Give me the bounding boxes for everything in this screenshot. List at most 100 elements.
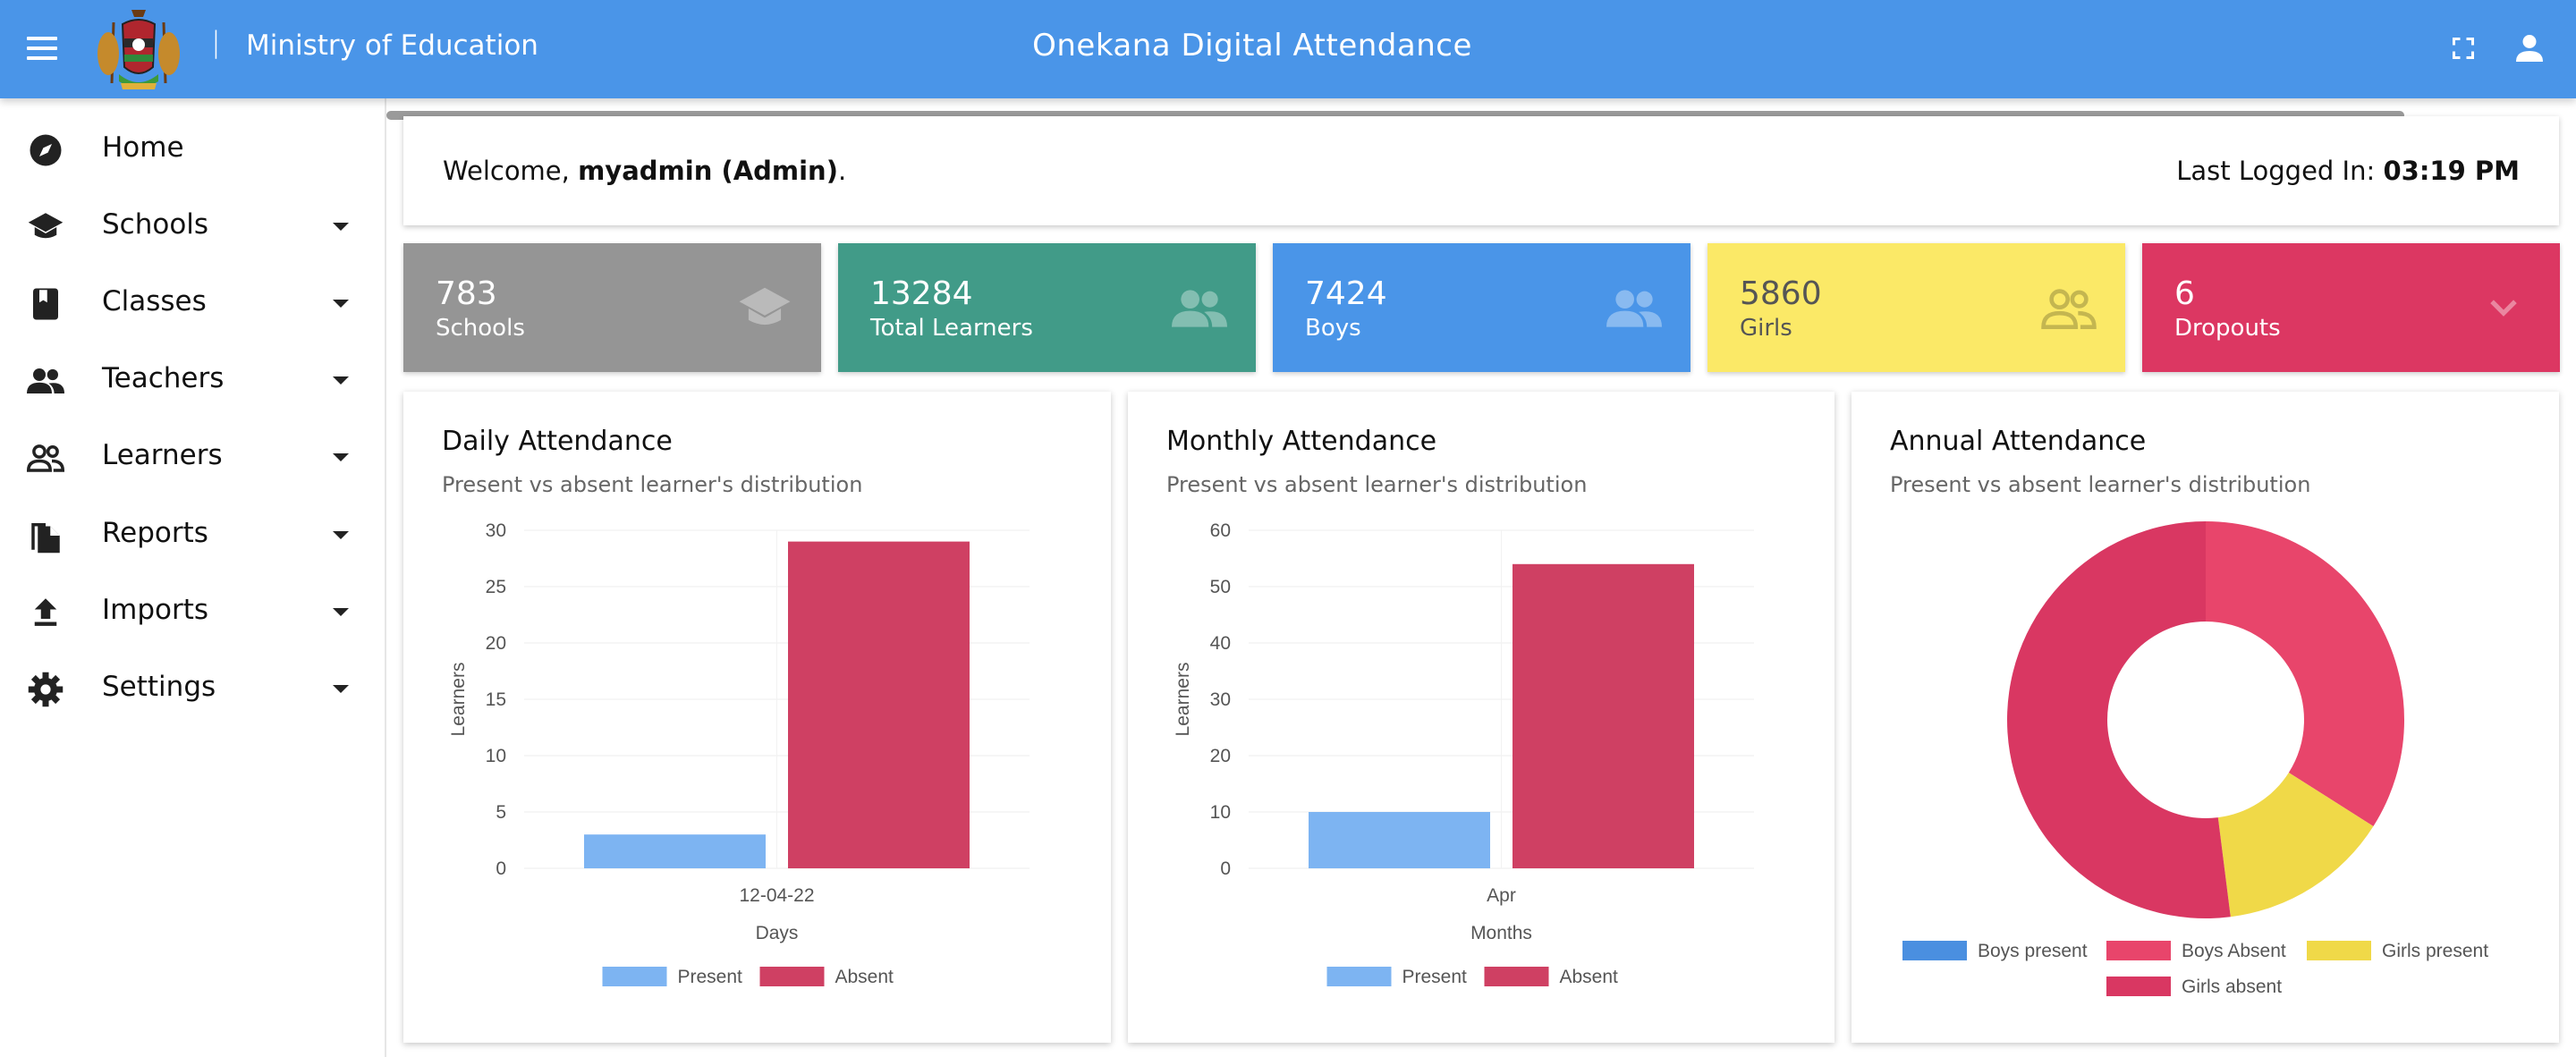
legend-label: Absent bbox=[835, 967, 894, 987]
gear-icon bbox=[28, 672, 64, 707]
welcome-suffix: . bbox=[837, 156, 847, 186]
sidebar-item-schools[interactable]: Schools bbox=[0, 189, 385, 266]
stat-value: 783 bbox=[436, 275, 497, 312]
legend-label: Girls present bbox=[2382, 941, 2488, 961]
sidebar-item-label: Settings bbox=[102, 671, 216, 703]
stat-value: 5860 bbox=[1740, 275, 1822, 312]
welcome-user: myadmin (Admin) bbox=[578, 156, 838, 186]
sidebar-item-label: Classes bbox=[102, 285, 207, 317]
legend-swatch bbox=[2106, 941, 2171, 960]
legend-swatch bbox=[759, 967, 825, 986]
stat-card-boys[interactable]: 7424 Boys bbox=[1273, 243, 1690, 372]
legend-swatch bbox=[1326, 967, 1392, 986]
stat-label: Girls bbox=[1740, 315, 1792, 342]
y-tick-label: 60 bbox=[1210, 520, 1231, 541]
welcome-card: Welcome, myadmin (Admin). Last Logged In… bbox=[403, 116, 2559, 225]
daily-attendance-card: Daily Attendance Present vs absent learn… bbox=[403, 392, 1111, 1043]
welcome-message: Welcome, myadmin (Admin). bbox=[443, 156, 846, 186]
compass-icon bbox=[30, 134, 62, 166]
last-logged-time: 03:19 PM bbox=[2383, 156, 2520, 186]
sidebar-item-teachers[interactable]: Teachers bbox=[0, 342, 385, 419]
stat-value: 7424 bbox=[1305, 275, 1387, 312]
sidebar-item-label: Schools bbox=[102, 208, 209, 241]
y-tick-label: 0 bbox=[496, 858, 506, 879]
y-tick-label: 20 bbox=[1210, 746, 1231, 766]
legend-label: Girls absent bbox=[2182, 977, 2282, 997]
legend-swatch bbox=[602, 967, 667, 986]
x-axis-label: Days bbox=[756, 923, 799, 943]
sidebar-item-learners[interactable]: Learners bbox=[0, 419, 385, 496]
y-tick-label: 0 bbox=[1220, 858, 1231, 879]
legend-label: Boys Absent bbox=[2182, 941, 2286, 961]
chevron-down-icon bbox=[333, 608, 349, 616]
stat-label: Schools bbox=[436, 315, 525, 342]
sidebar-item-label: Reports bbox=[102, 517, 208, 549]
sidebar-item-reports[interactable]: Reports bbox=[0, 497, 385, 574]
y-tick-label: 20 bbox=[486, 633, 506, 654]
sidebar-item-label: Home bbox=[102, 131, 184, 164]
sidebar-item-home[interactable]: Home bbox=[0, 112, 385, 189]
monthly-attendance-card: Monthly Attendance Present vs absent lea… bbox=[1128, 392, 1835, 1043]
legend-swatch bbox=[1902, 941, 1967, 960]
annual-attendance-chart: Boys present Boys Absent Girls present Girl… bbox=[1902, 521, 2488, 997]
legend-label: Present bbox=[1402, 967, 1468, 987]
stat-value: 13284 bbox=[870, 275, 973, 312]
sidebar-item-classes[interactable]: Classes bbox=[0, 266, 385, 342]
stat-value: 6 bbox=[2174, 275, 2195, 312]
fullscreen-icon[interactable] bbox=[2451, 36, 2476, 61]
sidebar-item-imports[interactable]: Imports bbox=[0, 574, 385, 651]
y-tick-label: 15 bbox=[486, 689, 506, 710]
stat-label: Dropouts bbox=[2174, 315, 2281, 342]
stat-card-total-learners[interactable]: 13284 Total Learners bbox=[838, 243, 1256, 372]
app-title: Onekana Digital Attendance bbox=[1032, 28, 1472, 63]
people-icon bbox=[27, 368, 64, 393]
chevron-down-icon bbox=[333, 376, 349, 385]
account-icon[interactable] bbox=[2513, 32, 2546, 64]
y-tick-label: 10 bbox=[1210, 802, 1231, 823]
annual-attendance-card: Annual Attendance Present vs absent lear… bbox=[1852, 392, 2559, 1043]
school-icon bbox=[28, 213, 64, 239]
people-outline-icon bbox=[27, 444, 64, 472]
x-tick-label: 12-04-22 bbox=[739, 885, 814, 906]
legend-swatch bbox=[2307, 941, 2371, 960]
stat-card-girls[interactable]: 5860 Girls bbox=[1707, 243, 2125, 372]
x-tick-label: Apr bbox=[1487, 885, 1516, 906]
legend-label: Present bbox=[678, 967, 743, 987]
sidebar-item-settings[interactable]: Settings bbox=[0, 651, 385, 728]
upload-icon bbox=[34, 598, 57, 626]
y-tick-label: 25 bbox=[486, 577, 506, 597]
sidebar-item-label: Teachers bbox=[102, 362, 225, 394]
legend-swatch bbox=[2106, 977, 2171, 996]
y-tick-label: 40 bbox=[1210, 633, 1231, 654]
stat-card-schools[interactable]: 783 Schools bbox=[403, 243, 821, 372]
people-icon bbox=[1172, 290, 1227, 327]
bar-present bbox=[584, 834, 766, 868]
chevron-down-icon bbox=[2490, 300, 2517, 317]
people-icon bbox=[1606, 290, 1662, 327]
welcome-prefix: Welcome, bbox=[443, 156, 579, 186]
stat-label: Boys bbox=[1305, 315, 1361, 342]
pie-slice-boys-absent bbox=[2206, 521, 2404, 826]
chevron-down-icon bbox=[333, 223, 349, 231]
daily-attendance-chart: 0 5 10 15 20 25 30 12-04-22 Days Learners Present A… bbox=[448, 520, 1030, 987]
y-tick-label: 30 bbox=[486, 520, 506, 541]
legend-label: Absent bbox=[1560, 967, 1619, 987]
book-icon bbox=[33, 288, 58, 320]
x-axis-label: Months bbox=[1470, 923, 1532, 943]
sidebar-item-label: Imports bbox=[102, 594, 209, 626]
chevron-down-icon bbox=[333, 531, 349, 539]
stat-card-dropouts[interactable]: 6 Dropouts bbox=[2142, 243, 2560, 372]
chevron-down-icon bbox=[333, 685, 349, 693]
sidebar-item-label: Learners bbox=[102, 439, 223, 471]
bar-absent bbox=[788, 541, 970, 868]
y-tick-label: 10 bbox=[486, 746, 506, 766]
y-tick-label: 30 bbox=[1210, 689, 1231, 710]
y-axis-label: Learners bbox=[448, 663, 469, 737]
sidebar: Home Schools Classes Teachers Learners R… bbox=[0, 98, 386, 1057]
y-axis-label: Learners bbox=[1173, 663, 1193, 737]
bar-absent bbox=[1513, 563, 1694, 868]
legend-swatch bbox=[1484, 967, 1549, 986]
y-tick-label: 5 bbox=[496, 802, 506, 823]
legend-label: Boys present bbox=[1978, 941, 2088, 961]
chevron-down-icon bbox=[333, 453, 349, 461]
